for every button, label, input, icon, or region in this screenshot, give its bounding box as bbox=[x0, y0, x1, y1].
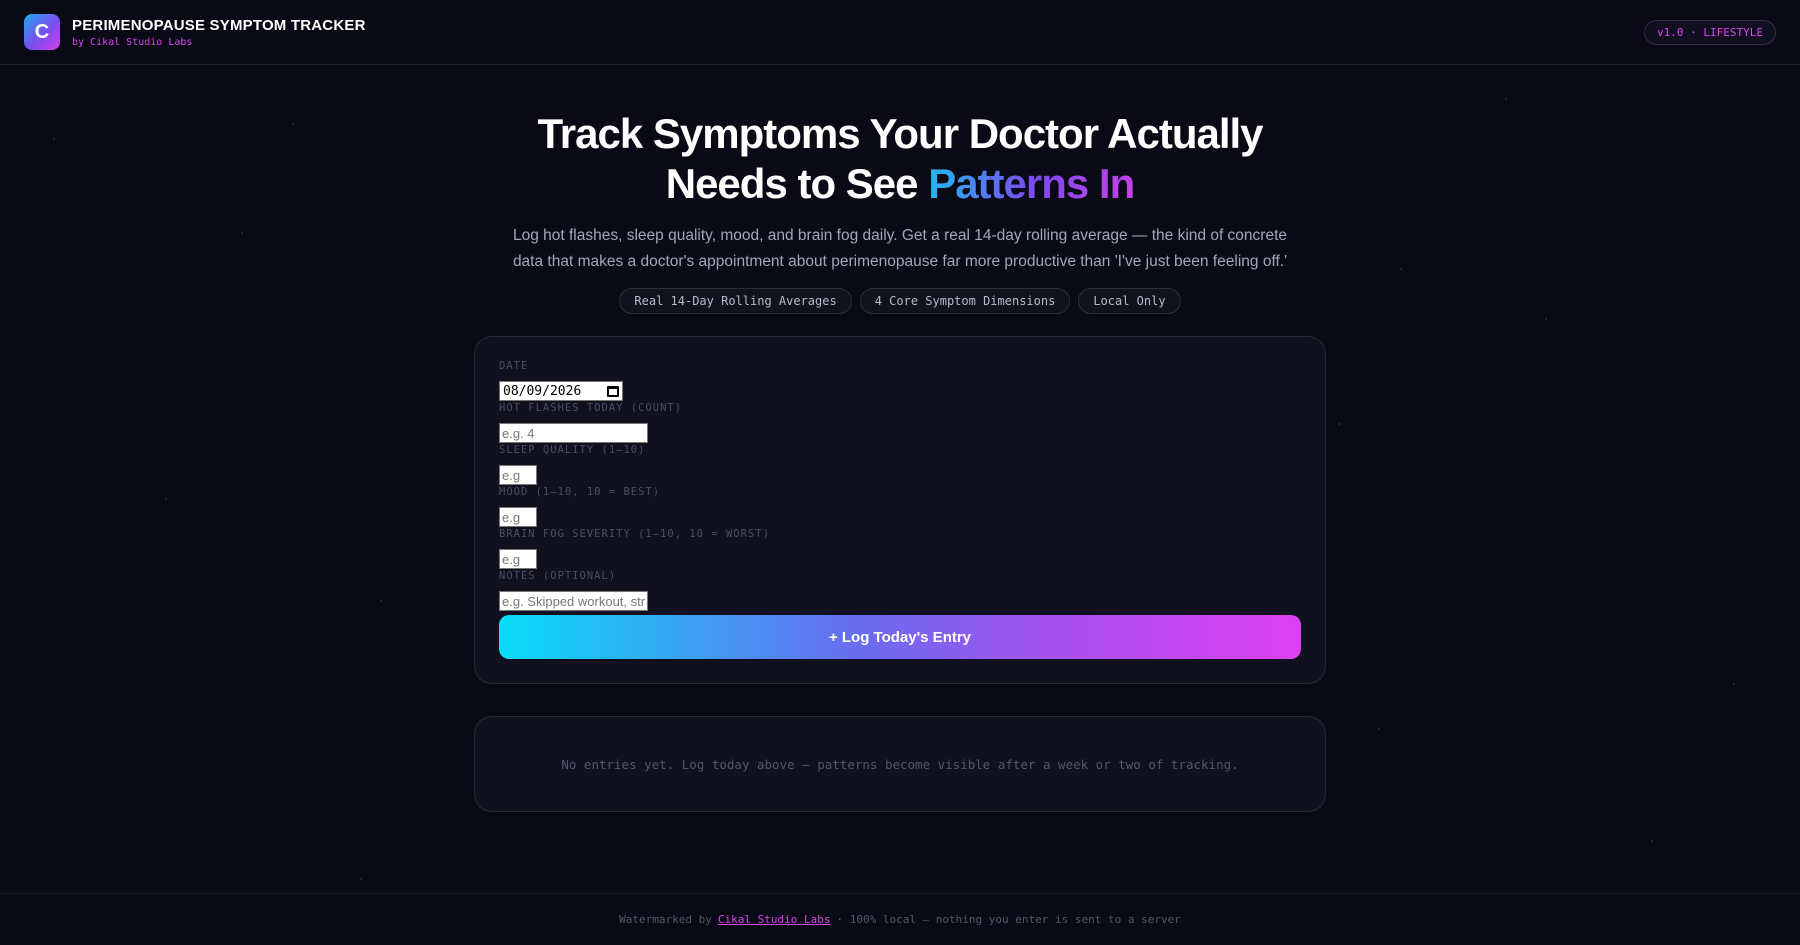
logo-icon: C bbox=[24, 14, 60, 50]
app-header: C PERIMENOPAUSE SYMPTOM TRACKER by Cikal… bbox=[0, 0, 1800, 65]
brain-fog-input[interactable] bbox=[499, 549, 537, 569]
feature-pills: Real 14-Day Rolling Averages 4 Core Symp… bbox=[474, 288, 1326, 314]
mood-label: MOOD (1–10, 10 = BEST) bbox=[499, 486, 661, 498]
pill-local-only: Local Only bbox=[1078, 288, 1181, 314]
entry-form: DATE 08/09/2026 HOT FLASHES TODAY (COUNT… bbox=[474, 336, 1326, 684]
hot-flashes-label: HOT FLASHES TODAY (COUNT) bbox=[499, 402, 683, 414]
entries-empty-state: No entries yet. Log today above — patter… bbox=[474, 716, 1326, 812]
footer-link[interactable]: Cikal Studio Labs bbox=[718, 913, 831, 926]
date-input[interactable]: 08/09/2026 bbox=[499, 381, 623, 401]
date-value: 08/09/2026 bbox=[503, 383, 582, 399]
pill-symptom-dimensions: 4 Core Symptom Dimensions bbox=[859, 288, 1071, 314]
notes-input[interactable] bbox=[499, 591, 648, 611]
mood-input[interactable] bbox=[499, 507, 537, 527]
title-line-2: Needs to See bbox=[665, 160, 929, 207]
hero-description: Log hot flashes, sleep quality, mood, an… bbox=[512, 227, 1288, 270]
hero: Track Symptoms Your Doctor Actually Need… bbox=[474, 65, 1326, 314]
notes-label: NOTES (OPTIONAL) bbox=[499, 570, 617, 582]
calendar-icon[interactable] bbox=[607, 385, 619, 397]
empty-message: No entries yet. Log today above — patter… bbox=[561, 756, 1239, 772]
page-title: Track Symptoms Your Doctor Actually Need… bbox=[474, 109, 1326, 209]
date-label: DATE bbox=[499, 360, 529, 372]
app-title: PERIMENOPAUSE SYMPTOM TRACKER bbox=[72, 16, 366, 34]
pill-rolling-averages: Real 14-Day Rolling Averages bbox=[619, 288, 852, 314]
brain-fog-label: BRAIN FOG SEVERITY (1–10, 10 = WORST) bbox=[499, 528, 770, 540]
sleep-quality-label: SLEEP QUALITY (1–10) bbox=[499, 444, 646, 456]
title-accent: Patterns In bbox=[928, 160, 1135, 207]
version-badge: v1.0 · LIFESTYLE bbox=[1644, 19, 1776, 45]
footer-suffix: · 100% local — nothing you enter is sent… bbox=[836, 913, 1181, 926]
title-line-1: Track Symptoms Your Doctor Actually bbox=[537, 110, 1263, 157]
footer: Watermarked by Cikal Studio Labs · 100% … bbox=[0, 893, 1800, 945]
log-entry-button[interactable]: + Log Today's Entry bbox=[499, 615, 1301, 659]
sleep-quality-input[interactable] bbox=[499, 465, 537, 485]
brand: C PERIMENOPAUSE SYMPTOM TRACKER by Cikal… bbox=[24, 14, 366, 50]
main-content: Track Symptoms Your Doctor Actually Need… bbox=[474, 65, 1326, 812]
app-subtitle: by Cikal Studio Labs bbox=[72, 36, 193, 48]
hot-flashes-input[interactable] bbox=[499, 423, 648, 443]
footer-prefix: Watermarked by bbox=[619, 913, 712, 926]
